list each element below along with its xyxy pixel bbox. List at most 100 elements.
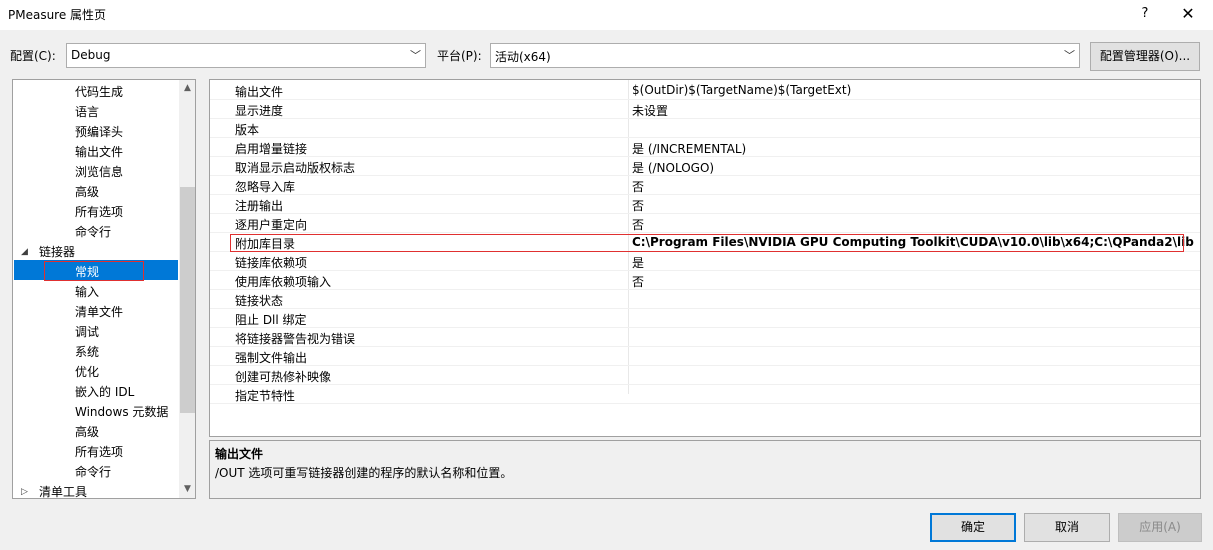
tree-item-label: 代码生成 [75, 85, 124, 99]
tree-item[interactable]: Windows 元数据 [75, 402, 168, 422]
property-row[interactable]: 强制文件输出 [210, 347, 1200, 366]
property-value[interactable]: $(OutDir)$(TargetName)$(TargetExt) [632, 83, 851, 97]
property-row[interactable]: 输出文件 $(OutDir)$(TargetName)$(TargetExt) [210, 81, 1200, 100]
property-name: 链接状态 [235, 294, 284, 308]
property-row[interactable]: 指定节特性 [210, 385, 1200, 404]
tree-item[interactable]: 调试 [75, 322, 99, 342]
tree-item[interactable]: 语言 [75, 102, 99, 122]
cancel-button[interactable]: 取消 [1024, 513, 1110, 542]
tree-item[interactable]: 常规 [75, 262, 99, 282]
tree-item-label: 常规 [75, 265, 100, 279]
property-name: 阻止 Dll 绑定 [235, 313, 307, 327]
tree-item-label: 优化 [75, 365, 100, 379]
tree-item-label: 链接器 [39, 245, 76, 259]
property-name: 指定节特性 [235, 389, 296, 403]
tree-item[interactable]: 输出文件 [75, 142, 123, 162]
property-row[interactable]: 阻止 Dll 绑定 [210, 309, 1200, 328]
property-name: 忽略导入库 [235, 180, 296, 194]
scrollbar-thumb[interactable] [180, 187, 195, 413]
tree-item-label: Windows 元数据 [75, 405, 169, 419]
property-row[interactable]: 忽略导入库 否 [210, 176, 1200, 195]
property-row[interactable]: 注册输出 否 [210, 195, 1200, 214]
config-value: Debug [71, 48, 111, 62]
property-name: 版本 [235, 123, 260, 137]
tree-item-label: 命令行 [75, 465, 112, 479]
tree-item-label: 高级 [75, 185, 100, 199]
platform-dropdown[interactable]: 活动(x64) ﹀ [490, 43, 1080, 68]
property-row[interactable]: 将链接器警告视为错误 [210, 328, 1200, 347]
config-label: 配置(C): [10, 49, 56, 63]
property-row[interactable]: 逐用户重定向 否 [210, 214, 1200, 233]
expanded-arrow-icon[interactable]: ◢ [21, 242, 28, 262]
tree-item-label: 预编译头 [75, 125, 124, 139]
property-value[interactable]: 否 [632, 178, 644, 195]
property-value[interactable]: 否 [632, 197, 644, 214]
tree-item-label: 嵌入的 IDL [75, 385, 135, 399]
property-value[interactable]: 是 (/INCREMENTAL) [632, 140, 746, 157]
platform-value: 活动(x64) [495, 50, 551, 64]
property-name: 启用增量链接 [235, 142, 308, 156]
property-name: 创建可热修补映像 [235, 370, 332, 384]
property-row[interactable]: 版本 [210, 119, 1200, 138]
tree-item[interactable]: 高级 [75, 182, 99, 202]
collapsed-arrow-icon[interactable]: ▷ [21, 482, 28, 498]
tree-item[interactable]: 代码生成 [75, 82, 123, 102]
property-name: 显示进度 [235, 104, 284, 118]
property-row[interactable]: 取消显示启动版权标志 是 (/NOLOGO) [210, 157, 1200, 176]
apply-button[interactable]: 应用(A) [1118, 513, 1202, 542]
tree-item-label: 所有选项 [75, 445, 124, 459]
description-panel: 输出文件 /OUT 选项可重写链接器创建的程序的默认名称和位置。 [209, 440, 1201, 499]
property-row[interactable]: 创建可热修补映像 [210, 366, 1200, 385]
property-tree[interactable]: 代码生成 语言 预编译头 输出文件 浏览信息 高级 所有选项 命令行 ◢ 链接器 常规 输入 清单文件调… [12, 79, 196, 499]
property-row[interactable]: 链接状态 [210, 290, 1200, 309]
tree-item[interactable]: ◢ 链接器 [21, 242, 76, 262]
property-name: 使用库依赖项输入 [235, 275, 332, 289]
property-name: 将链接器警告视为错误 [235, 332, 356, 346]
tree-item[interactable]: 输入 [75, 282, 99, 302]
tree-item[interactable]: 所有选项 [75, 442, 123, 462]
platform-label: 平台(P): [437, 49, 482, 63]
tree-item[interactable]: 预编译头 [75, 122, 123, 142]
tree-item[interactable]: 清单文件 [75, 302, 123, 322]
property-name: 强制文件输出 [235, 351, 308, 365]
property-value[interactable]: 未设置 [632, 102, 668, 119]
property-row[interactable]: 使用库依赖项输入 否 [210, 271, 1200, 290]
tree-item[interactable]: 命令行 [75, 222, 111, 242]
close-button[interactable]: ✕ [1176, 2, 1200, 26]
tree-item-label: 调试 [75, 325, 100, 339]
property-name: 输出文件 [235, 85, 284, 99]
property-value[interactable]: 否 [632, 273, 644, 290]
property-row[interactable]: 链接库依赖项 是 [210, 252, 1200, 271]
scroll-down-icon[interactable]: ▼ [179, 481, 195, 498]
chevron-down-icon: ﹀ [1064, 49, 1075, 62]
tree-item[interactable]: 嵌入的 IDL [75, 382, 134, 402]
ok-button[interactable]: 确定 [930, 513, 1016, 542]
chevron-down-icon: ﹀ [410, 49, 421, 62]
description-text: /OUT 选项可重写链接器创建的程序的默认名称和位置。 [215, 466, 513, 480]
tree-item-label: 高级 [75, 425, 100, 439]
tree-item-label: 语言 [75, 105, 100, 119]
tree-item[interactable]: ▷ 清单工具 [21, 482, 87, 498]
property-value[interactable]: 是 (/NOLOGO) [632, 159, 714, 176]
tree-item[interactable]: 优化 [75, 362, 99, 382]
window-title: PMeasure 属性页 [8, 8, 107, 22]
help-button[interactable]: ? [1133, 2, 1157, 26]
tree-item-label: 浏览信息 [75, 165, 124, 179]
tree-item[interactable]: 浏览信息 [75, 162, 123, 182]
tree-item[interactable]: 系统 [75, 342, 99, 362]
description-title: 输出文件 [215, 447, 264, 461]
property-grid[interactable]: 输出文件 $(OutDir)$(TargetName)$(TargetExt) 显示… [209, 79, 1201, 437]
tree-item-label: 所有选项 [75, 205, 124, 219]
property-row[interactable]: 显示进度 未设置 [210, 100, 1200, 119]
property-row[interactable]: 启用增量链接 是 (/INCREMENTAL) [210, 138, 1200, 157]
scroll-up-icon[interactable]: ▲ [179, 80, 195, 97]
tree-scrollbar[interactable]: ▲ ▼ [179, 80, 195, 498]
tree-item[interactable]: 高级 [75, 422, 99, 442]
property-value[interactable]: 否 [632, 216, 644, 233]
tree-item[interactable]: 命令行 [75, 462, 111, 482]
property-name: 逐用户重定向 [235, 218, 308, 232]
config-manager-button[interactable]: 配置管理器(O)... [1090, 42, 1200, 71]
property-value[interactable]: 是 [632, 254, 644, 271]
tree-item[interactable]: 所有选项 [75, 202, 123, 222]
config-dropdown[interactable]: Debug ﹀ [66, 43, 426, 68]
